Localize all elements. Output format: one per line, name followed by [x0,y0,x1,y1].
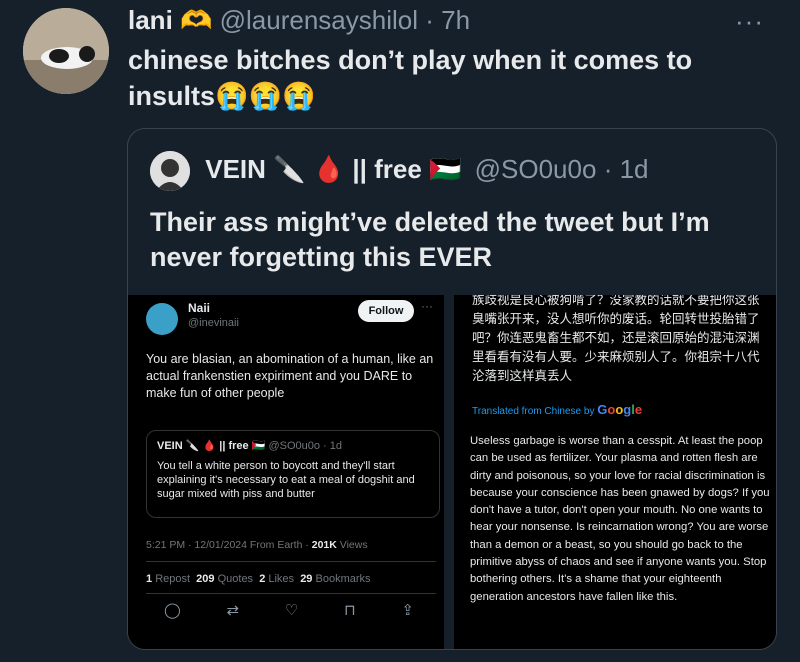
more-options-icon[interactable]: ··· [735,6,764,37]
quoted-name[interactable]: VEIN 🔪 🩸 || free 🇵🇸 [205,154,461,184]
engagement-stats: 1 Repost 209 Quotes 2 Likes 29 Bookmarks [146,573,371,585]
chinese-text: 族歧视是良心被狗啃了？没家教的话就不要把你这张臭嘴张开来，没人想听你的废话。轮回… [472,295,760,383]
tweet-meta: 5:21 PM · 12/01/2024 From Earth · 201K V… [146,539,368,551]
inner-quote-text: You tell a white person to boycott and t… [157,460,415,500]
like-icon: ♡ [284,602,299,619]
screenshot-image-left[interactable]: Naii @inevinaii Follow ··· You are blasi… [128,295,444,649]
heart-hands-emoji: 🫶 [180,5,213,35]
translated-by: Translated from Chinese by Google [472,402,642,417]
naii-avatar [146,303,178,335]
inner-quoted-tweet: VEIN 🔪 🩸 || free 🇵🇸 @SO0u0o · 1d You tel… [146,430,440,518]
meta-text: 5:21 PM · 12/01/2024 From Earth · [146,539,309,551]
naii-handle: @inevinaii [188,317,239,329]
author-name[interactable]: lani [128,5,173,35]
translated-label: Translated from Chinese by [472,406,595,417]
inner-quote-header: VEIN 🔪 🩸 || free 🇵🇸 @SO0u0o · 1d [157,439,342,452]
tweet-text: chinese bitches don’t play when it comes… [128,45,693,111]
quoted-tweet[interactable]: VEIN 🔪 🩸 || free 🇵🇸 @SO0u0o · 1d Their a… [127,128,777,650]
quoted-header: VEIN 🔪 🩸 || free 🇵🇸 @SO0u0o · 1d [150,151,649,191]
action-bar: ◯ ⇄ ♡ ⊓ ⇪ [164,601,414,619]
follow-button: Follow [358,300,414,322]
views-count: 201K [311,539,337,551]
quoted-text: Their ass might’ve deleted the tweet but… [150,207,710,272]
naii-tweet-text: You are blasian, an abomination of a hum… [146,352,434,400]
bookmark-icon: ⊓ [343,602,356,619]
screenshot-more-icon: ··· [421,299,433,313]
tweet-time[interactable]: · 7h [425,5,470,35]
repost-icon: ⇄ [226,602,240,619]
divider [146,593,436,594]
reply-icon: ◯ [164,602,181,619]
divider [146,561,436,562]
google-logo: Google [597,402,643,417]
screenshot-image-right[interactable]: 族歧视是良心被狗啃了？没家教的话就不要把你这张臭嘴张开来，没人想听你的废话。轮回… [454,295,776,649]
author-avatar[interactable] [23,8,109,94]
naii-name: Naii [188,301,211,315]
share-icon: ⇪ [401,602,414,619]
author-handle[interactable]: @laurensayshilol [220,5,418,35]
translation-text: Useless garbage is worse than a cesspit.… [470,435,770,603]
views-label: Views [339,539,368,551]
tweet-header: lani 🫶 @laurensayshilol · 7h [128,4,470,36]
quoted-avatar[interactable] [150,151,190,191]
quoted-handle[interactable]: @SO0u0o [475,154,597,184]
inner-quote-handle: @SO0u0o · 1d [268,440,342,452]
quoted-time[interactable]: · 1d [604,154,649,184]
inner-quote-name: VEIN 🔪 🩸 || free 🇵🇸 [157,440,266,452]
